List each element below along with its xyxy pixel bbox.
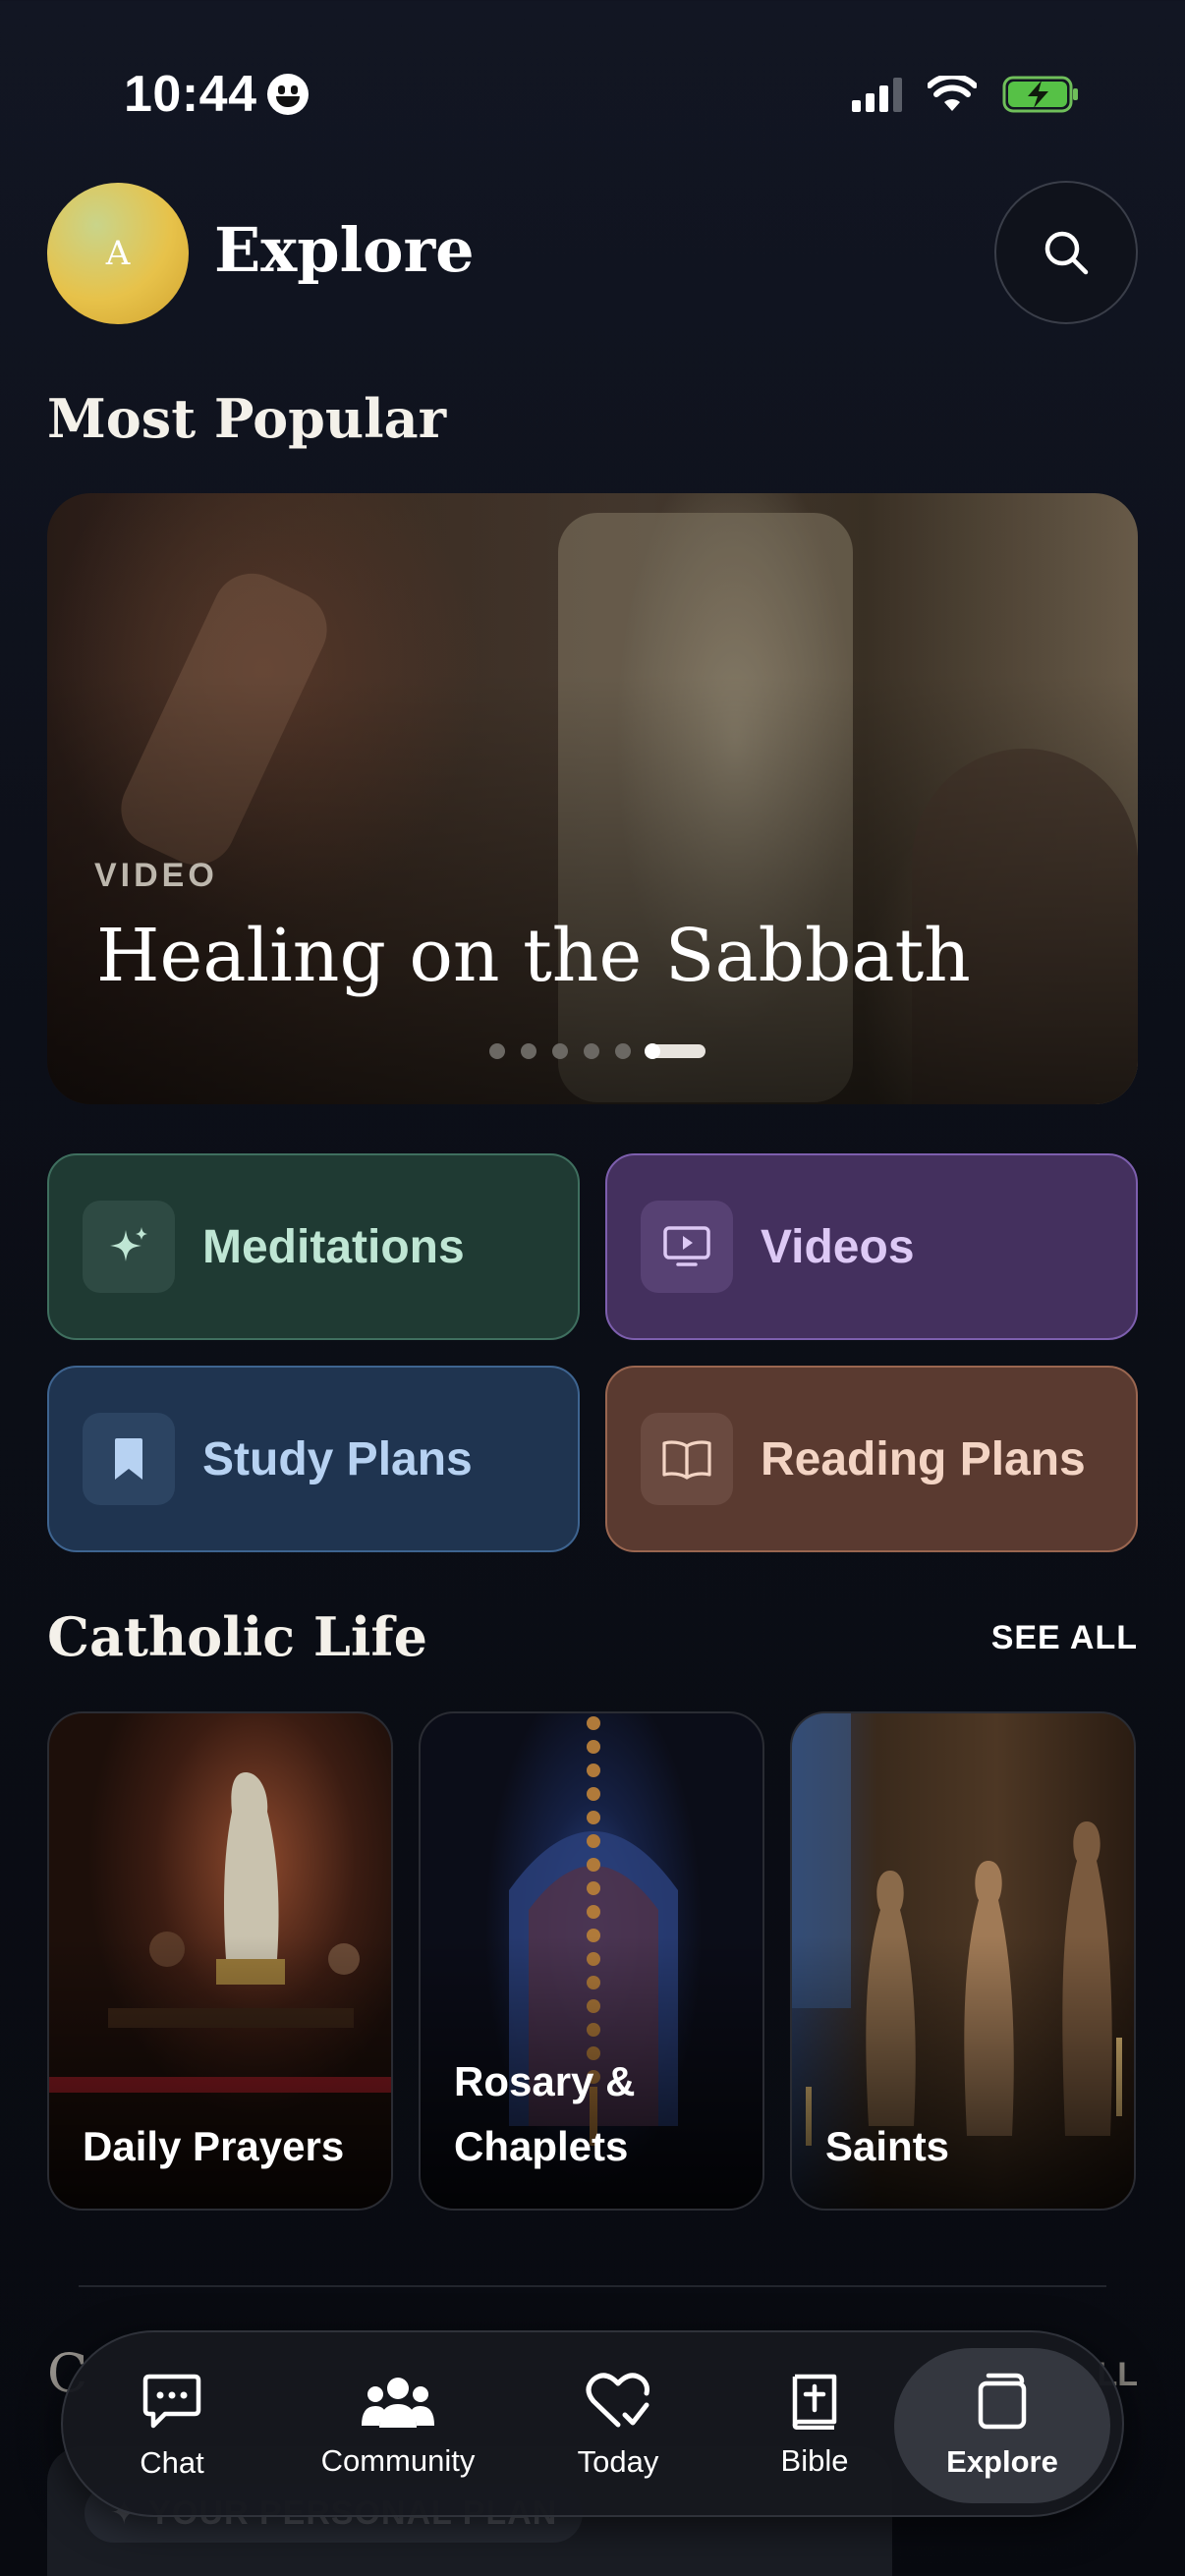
- people-icon: [362, 2378, 434, 2428]
- card-rosary-chaplets[interactable]: Rosary & Chaplets: [419, 1711, 764, 2211]
- card-label: Daily Prayers: [83, 2123, 345, 2169]
- search-icon: [1044, 231, 1089, 275]
- see-all-link[interactable]: SEE ALL: [991, 1619, 1138, 1657]
- search-button[interactable]: [994, 181, 1138, 324]
- section-title-catholic-life: Catholic Life: [47, 1605, 427, 1668]
- open-book-icon: [641, 1413, 733, 1505]
- category-videos[interactable]: Videos: [605, 1153, 1138, 1340]
- card-label: Saints: [825, 2123, 950, 2169]
- category-label: Study Plans: [202, 1432, 473, 1485]
- battery-charging-icon: [1002, 76, 1078, 113]
- tab-explore[interactable]: Explore: [894, 2348, 1110, 2503]
- smiley-icon: [266, 74, 309, 115]
- card-label: Rosary & Chaplets: [454, 2058, 636, 2169]
- avatar[interactable]: A: [47, 183, 189, 324]
- category-label: Meditations: [202, 1220, 465, 1273]
- carousel-dot[interactable]: [552, 1043, 568, 1059]
- status-bar: 10:44: [0, 0, 1185, 187]
- carousel-dot[interactable]: [584, 1043, 599, 1059]
- tab-chat[interactable]: Chat: [98, 2332, 246, 2519]
- status-indicators: [852, 75, 1081, 114]
- tab-community[interactable]: Community: [295, 2332, 501, 2519]
- sparkle-icon: [83, 1201, 175, 1293]
- hero-shade: [47, 493, 1138, 1104]
- avatar-initial: A: [105, 234, 131, 273]
- carousel-dot-active[interactable]: [645, 1043, 705, 1059]
- hero-kicker: VIDEO: [94, 857, 218, 894]
- cellular-signal-icon: [852, 77, 902, 112]
- carousel-dot[interactable]: [615, 1043, 631, 1059]
- video-screen-icon: [641, 1201, 733, 1293]
- status-time-text: 10:44: [124, 66, 257, 123]
- cards-icon: [978, 2373, 1027, 2430]
- tab-label: Today: [577, 2444, 659, 2479]
- card-daily-prayers[interactable]: Daily Prayers: [47, 1711, 393, 2211]
- tab-label: Chat: [140, 2445, 204, 2480]
- bookmark-icon: [83, 1413, 175, 1505]
- category-label: Videos: [761, 1220, 915, 1273]
- hero-title: Healing on the Sabbath: [96, 914, 971, 998]
- tab-label: Community: [320, 2443, 476, 2478]
- section-divider: [79, 2285, 1106, 2287]
- category-study-plans[interactable]: Study Plans: [47, 1366, 580, 1552]
- status-time: 10:44: [124, 65, 309, 124]
- page-title: Explore: [214, 214, 475, 286]
- hero-card[interactable]: VIDEO Healing on the Sabbath: [47, 493, 1138, 1104]
- carousel-dots[interactable]: [489, 1043, 705, 1059]
- card-saints[interactable]: Saints: [790, 1711, 1136, 2211]
- bible-icon: [792, 2374, 837, 2430]
- carousel-dot[interactable]: [489, 1043, 505, 1059]
- category-meditations[interactable]: Meditations: [47, 1153, 580, 1340]
- tab-label: Bible: [780, 2443, 849, 2478]
- category-label: Reading Plans: [761, 1432, 1086, 1485]
- tab-label: Explore: [946, 2444, 1058, 2479]
- heart-check-icon: [586, 2373, 649, 2428]
- wifi-icon: [928, 76, 977, 111]
- section-title-most-popular: Most Popular: [47, 387, 447, 450]
- tab-bar: Chat Community Today Bible Explore: [61, 2330, 1124, 2517]
- category-reading-plans[interactable]: Reading Plans: [605, 1366, 1138, 1552]
- chat-bubble-icon: [142, 2374, 201, 2429]
- tab-today[interactable]: Today: [544, 2332, 692, 2519]
- tab-bible[interactable]: Bible: [741, 2332, 888, 2519]
- carousel-dot[interactable]: [521, 1043, 536, 1059]
